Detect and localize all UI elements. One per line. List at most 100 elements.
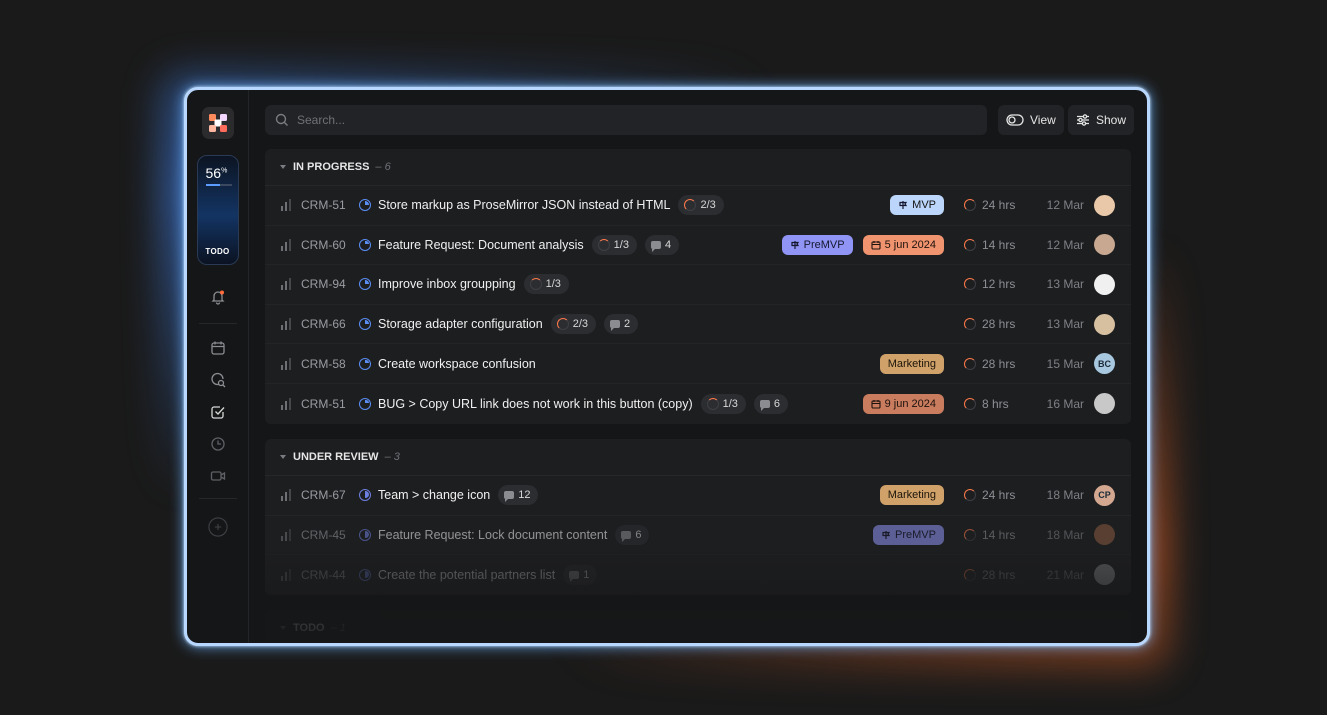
- add-icon[interactable]: [207, 517, 228, 537]
- row-meta: Marketing 28 hrs 15 Mar BC: [879, 344, 1115, 383]
- time-ring-icon: [964, 238, 976, 251]
- time-ring-icon: [964, 528, 976, 541]
- group-name: UNDER REVIEW: [293, 451, 379, 463]
- row-meta: PreMVP 14 hrs 18 Mar: [873, 516, 1115, 555]
- task-date: 18 Mar: [1046, 527, 1084, 542]
- time-estimate: 28 hrs: [964, 317, 1026, 331]
- sidebar: 56% TODO: [187, 90, 249, 643]
- status-icon[interactable]: [359, 528, 371, 541]
- label-tag[interactable]: Marketing: [879, 485, 944, 506]
- task-check-icon[interactable]: [208, 402, 228, 422]
- progress-label: TODO: [205, 247, 230, 256]
- subtask-progress[interactable]: 1/3: [700, 393, 746, 414]
- task-title[interactable]: Feature Request: Lock document content: [378, 528, 607, 542]
- avatar[interactable]: [1094, 393, 1115, 415]
- task-row[interactable]: CRM-67 Team > change icon 12 Marketing 24 hr…: [265, 476, 1131, 516]
- task-group: UNDER REVIEW – 3 CRM-67 Team > change icon 1…: [265, 439, 1131, 595]
- app-window: 56% TODO Search... View Show IN PROGRESS…: [184, 87, 1150, 646]
- sidebar-divider: [198, 323, 237, 324]
- status-icon[interactable]: [359, 318, 371, 331]
- avatar[interactable]: [1094, 194, 1115, 216]
- task-row[interactable]: CRM-94 Improve inbox groupping 1/3 12 hrs 13…: [265, 265, 1131, 305]
- comment-count[interactable]: 6: [615, 524, 650, 545]
- priority-icon: [281, 357, 293, 370]
- search-input[interactable]: [297, 113, 947, 127]
- time-estimate: 12 hrs: [964, 277, 1026, 291]
- task-row[interactable]: CRM-51 Store markup as ProseMirror JSON i…: [265, 186, 1131, 226]
- avatar[interactable]: [1094, 524, 1115, 546]
- row-meta: 28 hrs 21 Mar: [954, 555, 1115, 595]
- time-ring-icon: [964, 278, 976, 291]
- task-row[interactable]: CRM-44 Create the potential partners list…: [265, 555, 1131, 595]
- row-meta: 12 hrs 13 Mar: [954, 265, 1115, 304]
- task-id: CRM-66: [301, 317, 346, 332]
- status-icon[interactable]: [359, 238, 371, 251]
- avatar[interactable]: [1094, 564, 1115, 586]
- avatar[interactable]: [1094, 234, 1115, 256]
- avatar[interactable]: BC: [1094, 353, 1115, 375]
- label-tag[interactable]: PreMVP: [781, 234, 853, 255]
- group-header[interactable]: UNDER REVIEW – 3: [265, 439, 1131, 476]
- task-title[interactable]: Create the potential partners list: [378, 568, 555, 582]
- due-date-tag[interactable]: 5 jun 2024: [862, 234, 944, 255]
- time-ring-icon: [964, 397, 976, 410]
- sliders-icon: [1077, 114, 1089, 126]
- todo-progress-card[interactable]: 56% TODO: [196, 155, 239, 265]
- task-title[interactable]: Improve inbox groupping: [378, 277, 516, 291]
- task-row[interactable]: CRM-45 Feature Request: Lock document con…: [265, 516, 1131, 556]
- status-icon[interactable]: [359, 568, 371, 581]
- comment-count[interactable]: 12: [498, 485, 539, 506]
- chevron-down-icon: [280, 165, 286, 169]
- task-row[interactable]: CRM-58 Create workspace confusion Marketin…: [265, 344, 1131, 384]
- label-tag[interactable]: PreMVP: [873, 524, 944, 545]
- comment-count[interactable]: 6: [753, 393, 789, 414]
- video-icon[interactable]: [208, 466, 228, 486]
- comment-count[interactable]: 1: [563, 564, 598, 585]
- task-title[interactable]: Feature Request: Document analysis: [378, 238, 584, 252]
- task-title[interactable]: Team > change icon: [378, 488, 490, 502]
- group-header[interactable]: IN PROGRESS – 6: [265, 149, 1131, 186]
- status-icon[interactable]: [359, 199, 371, 212]
- subtask-progress[interactable]: 1/3: [523, 274, 569, 295]
- status-icon[interactable]: [359, 489, 371, 502]
- subtask-progress[interactable]: 1/3: [591, 234, 637, 255]
- clock-icon[interactable]: [208, 434, 228, 454]
- subtask-progress[interactable]: 2/3: [678, 195, 724, 216]
- task-title[interactable]: Create workspace confusion: [378, 357, 536, 371]
- label-tag[interactable]: MVP: [890, 195, 944, 216]
- avatar[interactable]: [1094, 273, 1115, 295]
- bell-icon[interactable]: [208, 287, 228, 307]
- show-button[interactable]: Show: [1068, 105, 1135, 135]
- task-title[interactable]: Storage adapter configuration: [378, 317, 543, 331]
- status-icon[interactable]: [359, 278, 371, 291]
- chat-search-icon[interactable]: [208, 370, 228, 390]
- time-estimate: 28 hrs: [964, 568, 1026, 582]
- task-date: 15 Mar: [1046, 356, 1084, 371]
- task-title[interactable]: Store markup as ProseMirror JSON instead…: [378, 198, 670, 212]
- view-button[interactable]: View: [998, 105, 1064, 135]
- task-id: CRM-51: [301, 198, 346, 213]
- avatar[interactable]: [1094, 313, 1115, 335]
- avatar[interactable]: CP: [1094, 484, 1115, 506]
- due-date-tag[interactable]: 9 jun 2024: [862, 393, 944, 414]
- search-bar[interactable]: [265, 105, 987, 135]
- priority-icon: [281, 568, 293, 581]
- status-icon[interactable]: [359, 397, 371, 410]
- label-tag[interactable]: Marketing: [879, 353, 944, 374]
- comment-icon: [759, 399, 770, 411]
- subtask-progress[interactable]: 2/3: [550, 314, 596, 335]
- task-row[interactable]: CRM-60 Feature Request: Document analysis…: [265, 226, 1131, 266]
- milestone-icon: [791, 240, 799, 249]
- comment-count[interactable]: 4: [644, 234, 680, 255]
- time-estimate: 8 hrs: [964, 397, 1026, 411]
- task-title[interactable]: BUG > Copy URL link does not work in thi…: [378, 397, 693, 411]
- group-header[interactable]: TODO – 1: [265, 610, 1131, 643]
- status-icon[interactable]: [359, 357, 371, 370]
- comment-count[interactable]: 2: [604, 314, 639, 335]
- task-row[interactable]: CRM-66 Storage adapter configuration 2/3 2 2…: [265, 305, 1131, 345]
- task-id: CRM-44: [301, 567, 346, 582]
- task-row[interactable]: CRM-51 BUG > Copy URL link does not work …: [265, 384, 1131, 424]
- comment-icon: [569, 570, 580, 582]
- calendar-icon[interactable]: [208, 338, 228, 358]
- app-logo[interactable]: [201, 107, 234, 139]
